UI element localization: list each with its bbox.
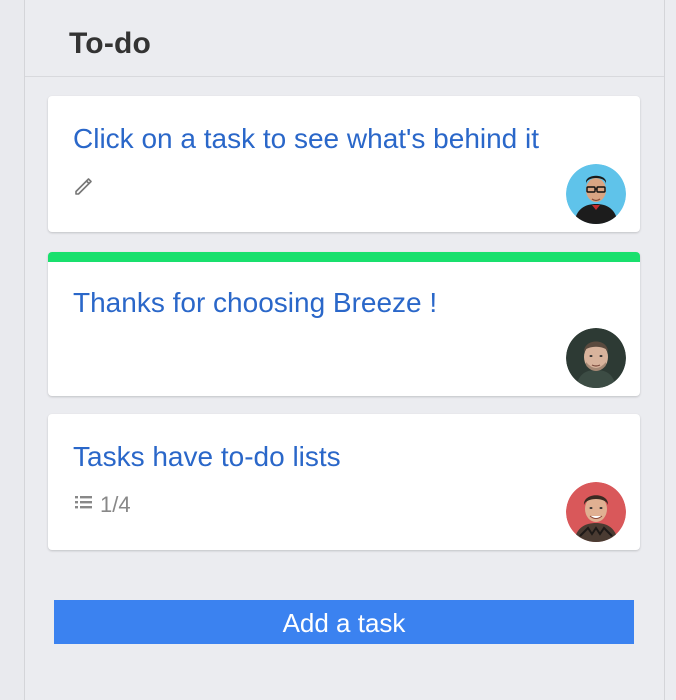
- checklist-progress: 1/4: [74, 492, 131, 518]
- assignee-avatar[interactable]: [566, 328, 626, 388]
- assignee-avatar[interactable]: [566, 482, 626, 542]
- task-title: Thanks for choosing Breeze !: [73, 287, 438, 318]
- task-title: Tasks have to-do lists: [73, 441, 341, 472]
- assignee-avatar[interactable]: [566, 164, 626, 224]
- column-header: To-do: [25, 0, 664, 77]
- add-task-button[interactable]: Add a task: [54, 600, 634, 644]
- task-card[interactable]: Thanks for choosing Breeze !: [48, 252, 640, 396]
- next-column-edge: [664, 0, 676, 700]
- column-title: To-do: [69, 27, 152, 60]
- task-title: Click on a task to see what's behind it: [73, 123, 540, 154]
- checklist-icon: [74, 492, 100, 518]
- pencil-icon: [72, 174, 96, 198]
- label-stripe: [48, 252, 640, 262]
- task-card[interactable]: Click on a task to see what's behind it: [48, 96, 640, 232]
- previous-column-edge: [0, 0, 25, 700]
- task-card[interactable]: Tasks have to-do lists 1/4: [48, 414, 640, 550]
- todo-column: To-do Click on a task to see what's behi…: [25, 0, 664, 700]
- checklist-count: 1/4: [100, 492, 131, 517]
